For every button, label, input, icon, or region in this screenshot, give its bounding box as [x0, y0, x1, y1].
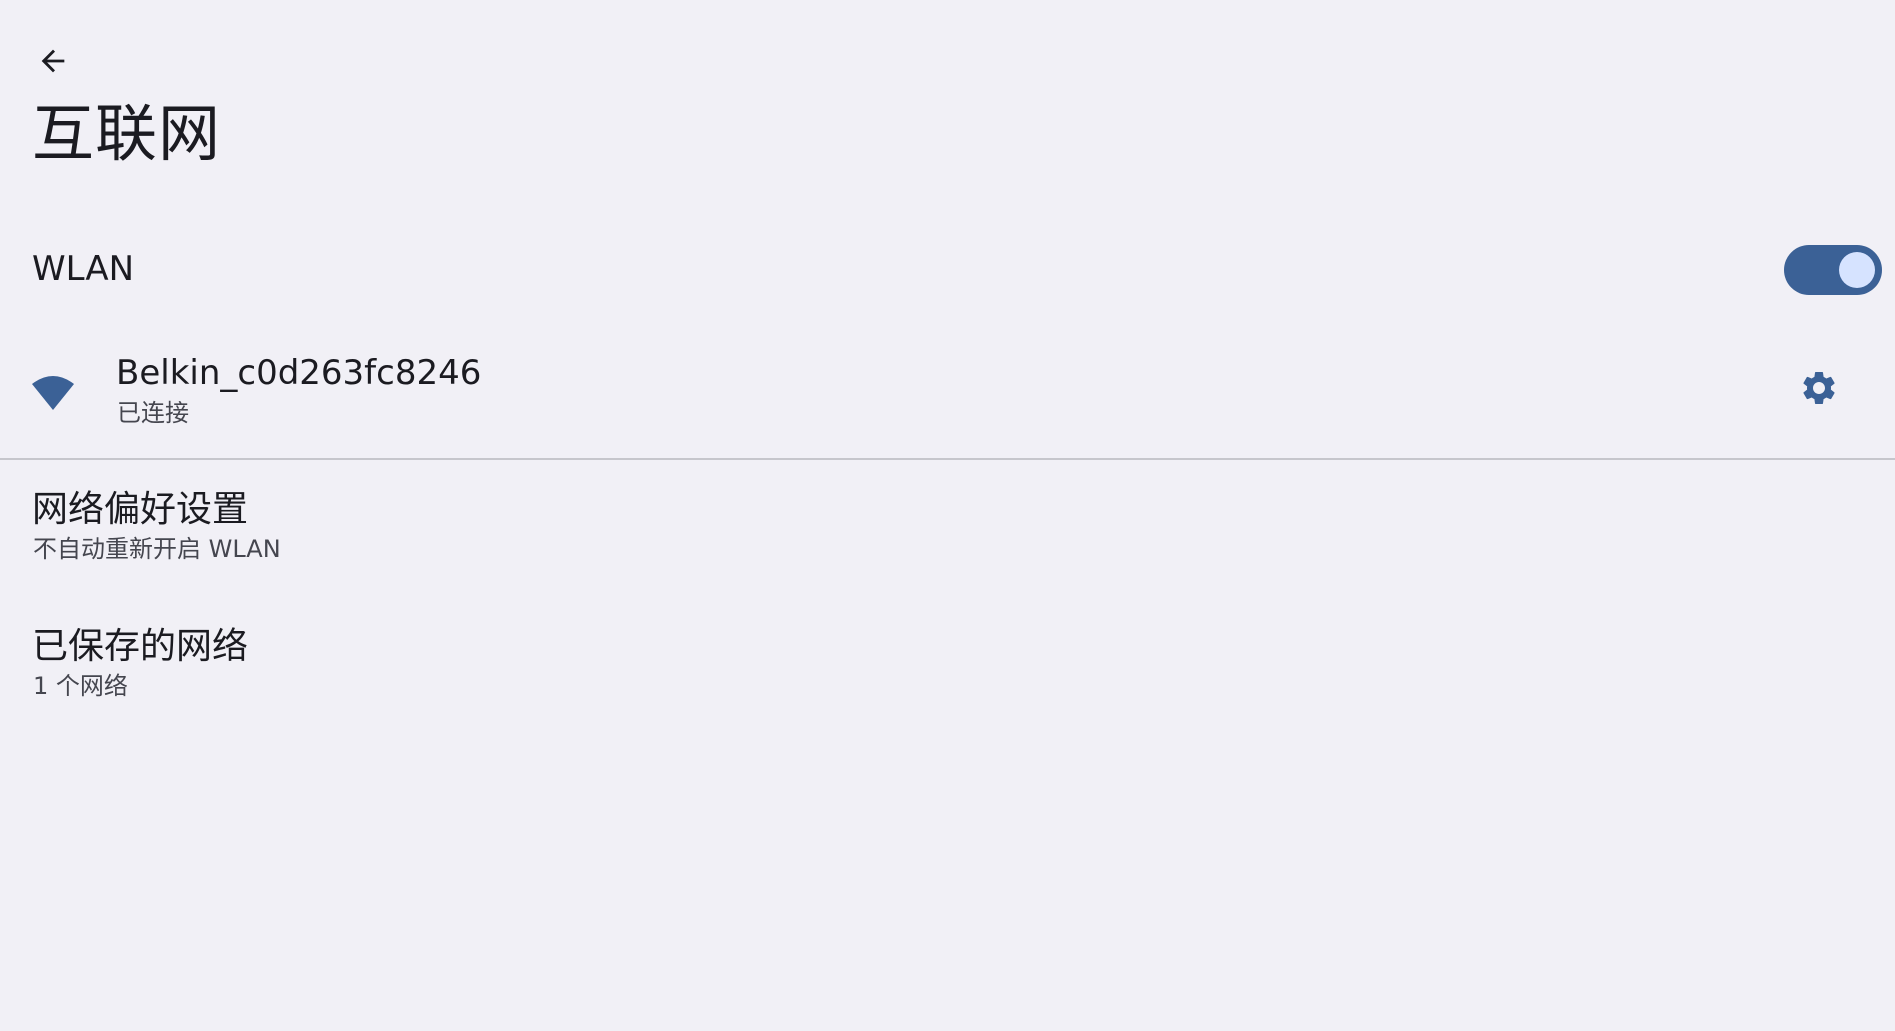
wifi-icon	[32, 376, 74, 410]
arrow-left-icon	[41, 49, 65, 73]
wlan-toggle-switch[interactable]	[1784, 245, 1882, 295]
wlan-toggle-row[interactable]: WLAN	[0, 232, 1895, 308]
connected-network-row[interactable]: Belkin_c0d263fc8246 已连接	[0, 340, 1895, 456]
network-settings-button[interactable]	[1795, 364, 1843, 412]
page-title: 互联网	[32, 97, 222, 170]
wlan-label: WLAN	[32, 249, 135, 289]
item-summary: 1 个网络	[33, 672, 128, 700]
back-button[interactable]	[28, 36, 78, 86]
item-title: 已保存的网络	[32, 626, 249, 667]
item-summary: 不自动重新开启 WLAN	[33, 535, 281, 563]
toggle-thumb	[1839, 252, 1875, 288]
network-status: 已连接	[117, 399, 189, 427]
item-title: 网络偏好设置	[32, 489, 249, 530]
internet-settings-screen: 互联网 WLAN Belkin_c0d263fc8246 已连接 网络偏好设置 …	[0, 0, 1895, 1031]
saved-networks-item[interactable]: 已保存的网络 1 个网络	[0, 619, 1895, 719]
divider	[0, 458, 1895, 460]
gear-icon	[1803, 372, 1835, 404]
network-preferences-item[interactable]: 网络偏好设置 不自动重新开启 WLAN	[0, 482, 1895, 582]
network-name: Belkin_c0d263fc8246	[116, 353, 482, 393]
